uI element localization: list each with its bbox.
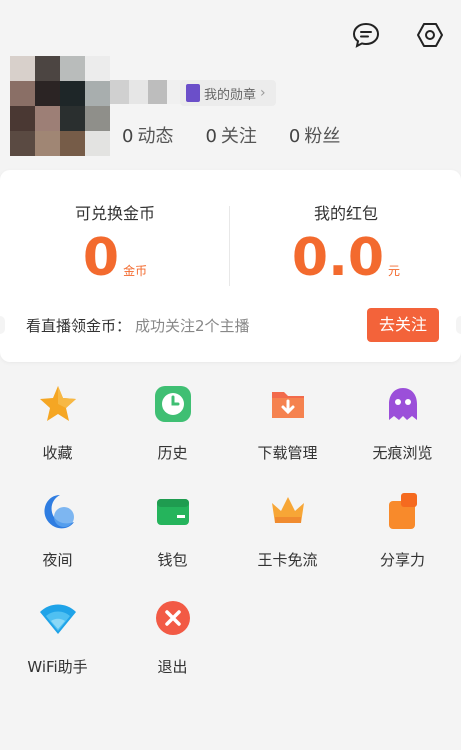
download-folder-icon xyxy=(268,384,308,424)
stat-posts[interactable]: 0 动态 xyxy=(122,122,173,148)
header-actions xyxy=(349,18,447,52)
moon-icon xyxy=(38,491,78,531)
menu-item-free-data[interactable]: 王卡免流 xyxy=(230,491,345,598)
live-task-row: 看直播领金币： 成功关注2个主播 去关注 xyxy=(26,308,439,342)
coins-unit: 金币 xyxy=(123,264,148,278)
clock-icon xyxy=(153,384,193,424)
medal-icon xyxy=(186,84,200,102)
chevron-right-icon: › xyxy=(260,85,266,101)
badge-label: 我的勋章 xyxy=(204,87,257,103)
redpack-unit: 元 xyxy=(388,264,401,278)
stat-following[interactable]: 0 关注 xyxy=(205,122,256,148)
stat-fans[interactable]: 0 粉丝 xyxy=(289,122,340,148)
feature-grid: 收藏 历史 下载管理 无痕浏览 夜间 钱包 王卡免流 分享力 WiFi助手 退出 xyxy=(0,384,461,705)
wifi-icon xyxy=(38,598,78,638)
menu-item-incognito[interactable]: 无痕浏览 xyxy=(345,384,460,491)
divider xyxy=(229,206,230,286)
wallet-icon xyxy=(153,491,193,531)
coins-value: 0 xyxy=(82,228,120,288)
redpack-value: 0.0 xyxy=(291,228,385,288)
my-medals-button[interactable]: 我的勋章 › xyxy=(180,80,276,106)
menu-item-favorites[interactable]: 收藏 xyxy=(0,384,115,491)
ghost-icon xyxy=(383,384,423,424)
crown-icon xyxy=(268,491,308,531)
live-task-desc: 成功关注2个主播 xyxy=(135,316,250,335)
follow-button[interactable]: 去关注 xyxy=(366,308,439,342)
message-icon[interactable] xyxy=(349,18,383,52)
username-blurred xyxy=(110,80,186,104)
menu-item-night-mode[interactable]: 夜间 xyxy=(0,491,115,598)
profile-stats: 0 动态 0 关注 0 粉丝 xyxy=(122,122,340,148)
menu-item-wifi[interactable]: WiFi助手 xyxy=(0,598,115,705)
coins-label: 可兑换金币 xyxy=(74,204,155,223)
menu-item-logout[interactable]: 退出 xyxy=(115,598,230,705)
star-icon xyxy=(38,384,78,424)
menu-item-history[interactable]: 历史 xyxy=(115,384,230,491)
wallet-card: 可兑换金币 0 金币 我的红包 0.0 元 看直播领金币： 成功关注2个主播 去… xyxy=(0,170,461,362)
menu-item-wallet[interactable]: 钱包 xyxy=(115,491,230,598)
coins-block[interactable]: 可兑换金币 0 金币 xyxy=(0,200,230,284)
settings-hexagon-icon[interactable] xyxy=(413,18,447,52)
live-task-label: 看直播领金币： xyxy=(26,316,132,335)
avatar[interactable] xyxy=(10,56,110,156)
menu-item-downloads[interactable]: 下载管理 xyxy=(230,384,345,491)
share-icon xyxy=(383,491,423,531)
exit-icon xyxy=(153,598,193,638)
redpack-label: 我的红包 xyxy=(313,204,378,223)
menu-item-share-power[interactable]: 分享力 xyxy=(345,491,460,598)
redpack-block[interactable]: 我的红包 0.0 元 xyxy=(231,200,461,284)
